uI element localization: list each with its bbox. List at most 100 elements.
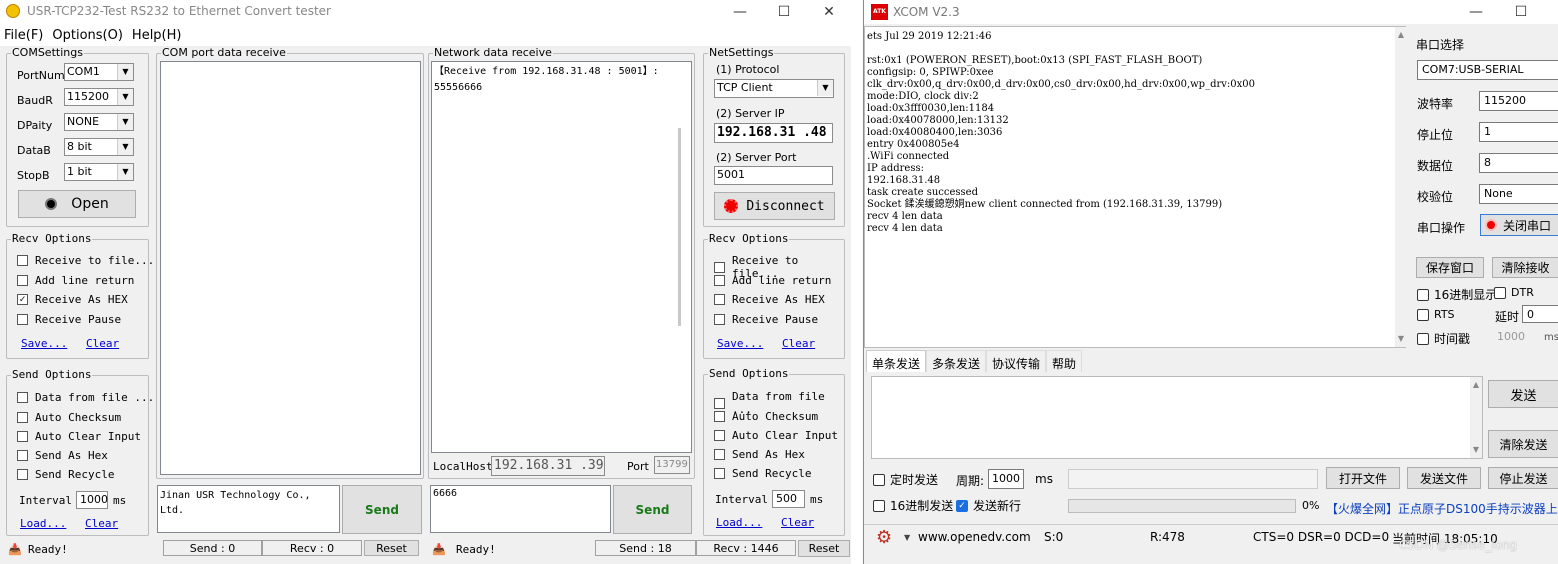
net-send-button[interactable]: Send bbox=[613, 485, 692, 534]
tab-help[interactable]: 帮助 bbox=[1046, 350, 1083, 372]
website-link[interactable]: www.openedv.com bbox=[918, 530, 1031, 544]
add-line-return-checkbox[interactable]: Add line return bbox=[714, 274, 831, 287]
receive-as-hex-checkbox[interactable]: Receive As HEX bbox=[714, 293, 825, 306]
send-as-hex-checkbox[interactable]: Send As Hex bbox=[17, 449, 108, 462]
receive-to-file-checkbox[interactable]: Receive to file... bbox=[17, 254, 154, 267]
databits-select[interactable]: 8 bbox=[1479, 153, 1558, 173]
send-recycle-checkbox[interactable]: Send Recycle bbox=[714, 467, 811, 480]
open-file-button[interactable]: 打开文件 bbox=[1326, 467, 1400, 489]
databits-label: 数据位 bbox=[1417, 159, 1454, 173]
server-port-input[interactable]: 5001 bbox=[714, 166, 833, 185]
add-line-return-checkbox[interactable]: Add line return bbox=[17, 274, 134, 287]
reset-left-button[interactable]: Reset bbox=[364, 540, 419, 556]
parity-label: DPaity bbox=[17, 119, 53, 132]
com-send-button[interactable]: Send bbox=[342, 485, 422, 534]
send-recycle-checkbox[interactable]: Send Recycle bbox=[17, 468, 114, 481]
close-icon[interactable]: ✕ bbox=[806, 0, 851, 24]
stop-send-button[interactable]: 停止发送 bbox=[1488, 467, 1558, 489]
clear-link[interactable]: Clear bbox=[86, 337, 119, 350]
load-link[interactable]: Load... bbox=[20, 517, 66, 530]
baud-select[interactable]: 115200 bbox=[1479, 91, 1558, 111]
com-send-input[interactable]: Jinan USR Technology Co., Ltd. bbox=[157, 485, 340, 533]
receive-pause-checkbox[interactable]: Receive Pause bbox=[714, 313, 818, 326]
auto-clear-input-checkbox[interactable]: Auto Clear Input bbox=[714, 429, 838, 442]
receive-log-area[interactable]: ets Jul 29 2019 12:21:46 rst:0x1 (POWERO… bbox=[864, 26, 1406, 348]
send-input[interactable] bbox=[871, 376, 1483, 459]
load-link[interactable]: Load... bbox=[716, 516, 762, 529]
log-line: task create successed bbox=[867, 187, 979, 198]
receive-pause-checkbox[interactable]: Receive Pause bbox=[17, 313, 121, 326]
gear-icon[interactable]: ⚙ bbox=[876, 527, 892, 548]
chevron-down-icon: ▼ bbox=[117, 89, 133, 105]
close-port-label: 关闭串口 bbox=[1503, 218, 1552, 233]
tab-multi-send[interactable]: 多条发送 bbox=[926, 350, 987, 372]
port-select[interactable]: COM7:USB-SERIAL bbox=[1417, 60, 1558, 80]
baud-label: 波特率 bbox=[1417, 97, 1454, 111]
clear-link[interactable]: Clear bbox=[85, 517, 118, 530]
portnum-select[interactable]: COM1 ▼ bbox=[64, 63, 134, 81]
data-from-file-checkbox[interactable]: Data from file ... bbox=[17, 391, 154, 404]
send-newline-checkbox[interactable]: ✓ 发送新行 bbox=[956, 497, 1021, 514]
timed-send-checkbox[interactable]: 定时发送 bbox=[873, 471, 938, 488]
menu-file[interactable]: File(F) bbox=[0, 28, 48, 43]
hex-send-checkbox[interactable]: 16进制发送 bbox=[873, 497, 953, 514]
maximize-icon[interactable]: ☐ bbox=[1498, 0, 1544, 24]
auto-clear-input-checkbox[interactable]: Auto Clear Input bbox=[17, 430, 141, 443]
clear-receive-button[interactable]: 清除接收 bbox=[1492, 257, 1558, 278]
period-input[interactable]: 1000 bbox=[988, 469, 1024, 489]
clear-link[interactable]: Clear bbox=[781, 516, 814, 529]
chevron-down-icon[interactable]: ▼ bbox=[904, 533, 910, 542]
send-scrollbar[interactable]: ▲ ▼ bbox=[1470, 377, 1482, 458]
send-count-right: Send : 18 bbox=[595, 540, 696, 556]
databits-select[interactable]: 8 bit ▼ bbox=[64, 138, 134, 156]
interval-input[interactable]: 1000 bbox=[76, 491, 108, 509]
stopbits-select[interactable]: 1 bbox=[1479, 122, 1558, 142]
net-send-input[interactable]: 6666 bbox=[430, 485, 611, 533]
reset-right-button[interactable]: Reset bbox=[798, 540, 850, 557]
save-window-button[interactable]: 保存窗口 bbox=[1416, 257, 1484, 278]
minimize-icon[interactable]: — bbox=[1453, 0, 1499, 24]
auto-checksum-checkbox[interactable]: Auto Checksum bbox=[17, 411, 121, 424]
send-button[interactable]: 发送 bbox=[1488, 380, 1558, 408]
maximize-icon[interactable]: ☐ bbox=[761, 0, 807, 24]
delay-select[interactable]: 0 bbox=[1522, 305, 1558, 323]
baudrate-select[interactable]: 115200 ▼ bbox=[64, 88, 134, 106]
tab-single-send[interactable]: 单条发送 bbox=[866, 350, 927, 372]
send-as-hex-checkbox[interactable]: Send As Hex bbox=[714, 448, 805, 461]
save-link[interactable]: Save... bbox=[717, 337, 763, 350]
stopbits-select[interactable]: 1 bit ▼ bbox=[64, 163, 134, 181]
timestamp-ms-value: 1000 bbox=[1497, 330, 1525, 343]
serial-select-label: 串口选择 bbox=[1416, 38, 1465, 52]
save-link[interactable]: Save... bbox=[21, 337, 67, 350]
interval-label: Interval bbox=[715, 493, 768, 506]
receive-log-text: ets Jul 29 2019 12:21:46 rst:0x1 (POWERO… bbox=[867, 31, 1255, 235]
parity-select[interactable]: NONE ▼ bbox=[64, 113, 134, 131]
parity-select[interactable]: None bbox=[1479, 184, 1558, 204]
receive-as-hex-checkbox[interactable]: ✓ Receive As HEX bbox=[17, 293, 128, 306]
auto-checksum-checkbox[interactable]: Auto Checksum bbox=[714, 410, 818, 423]
menu-help[interactable]: Help(H) bbox=[128, 28, 187, 43]
minimize-icon[interactable]: — bbox=[717, 0, 763, 24]
log-line: load:0x3fff0030,len:1184 bbox=[867, 103, 995, 114]
scrollbar-thumb[interactable] bbox=[678, 128, 681, 326]
close-port-button[interactable]: 关闭串口 bbox=[1480, 214, 1558, 236]
timestamp-checkbox[interactable]: 时间戳 bbox=[1417, 330, 1470, 347]
menu-options[interactable]: Options(O) bbox=[48, 28, 128, 43]
disconnect-button[interactable]: Disconnect bbox=[714, 192, 835, 220]
server-ip-input[interactable]: 192.168.31 .48 bbox=[714, 123, 833, 143]
ad-link[interactable]: 【火爆全网】正点原子DS100手持示波器上市 bbox=[1326, 500, 1558, 517]
log-scrollbar[interactable]: ▲ ▼ bbox=[1395, 27, 1407, 347]
protocol-select[interactable]: TCP Client ▼ bbox=[714, 79, 834, 98]
clear-send-button[interactable]: 清除发送 bbox=[1488, 430, 1558, 458]
rts-checkbox[interactable]: RTS bbox=[1417, 308, 1455, 321]
send-file-button[interactable]: 发送文件 bbox=[1407, 467, 1481, 489]
interval-input[interactable]: 500 bbox=[772, 490, 805, 508]
net-receive-area[interactable]: 【Receive from 192.168.31.48 : 5001】: 555… bbox=[431, 61, 692, 453]
hex-display-checkbox[interactable]: 16进制显示 bbox=[1417, 286, 1497, 303]
send-path-field[interactable] bbox=[1068, 469, 1318, 489]
tab-protocol[interactable]: 协议传输 bbox=[986, 350, 1047, 372]
clear-link[interactable]: Clear bbox=[782, 337, 815, 350]
com-receive-area[interactable] bbox=[160, 61, 421, 475]
open-button[interactable]: Open bbox=[18, 190, 136, 218]
dtr-checkbox[interactable]: DTR bbox=[1494, 286, 1534, 299]
